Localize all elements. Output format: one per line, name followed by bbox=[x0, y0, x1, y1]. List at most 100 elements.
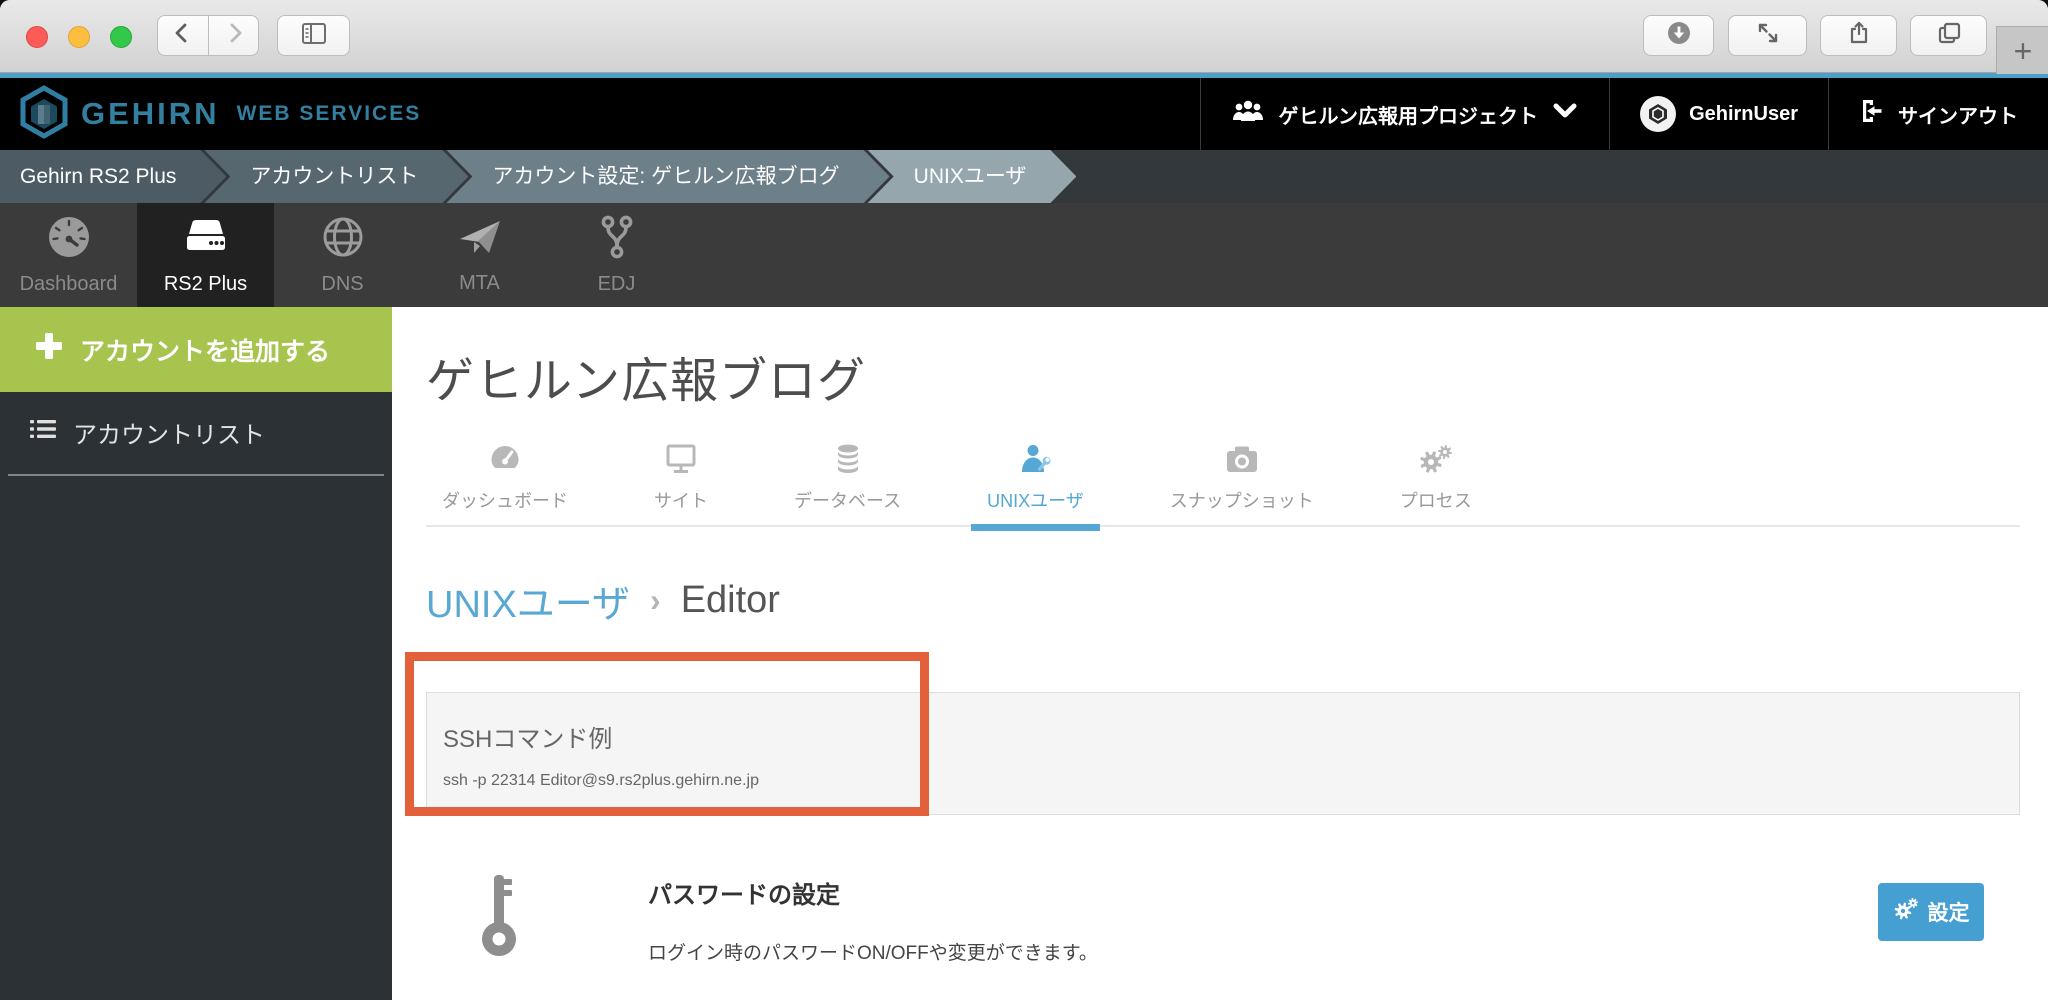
nav-label: MTA bbox=[459, 272, 500, 294]
sidebar-toggle-button[interactable] bbox=[277, 15, 350, 56]
gauge-icon bbox=[487, 443, 523, 480]
fullscreen-button[interactable] bbox=[1728, 15, 1807, 56]
tab-overview-button[interactable] bbox=[1910, 15, 1987, 56]
add-account-button[interactable]: アカウントを追加する bbox=[0, 307, 392, 392]
sidebar-panel-icon bbox=[300, 21, 328, 51]
user-wrench-icon bbox=[1018, 443, 1052, 480]
breadcrumb-item-rs2plus[interactable]: Gehirn RS2 Plus bbox=[0, 150, 226, 203]
chevron-right-icon bbox=[221, 20, 247, 51]
breadcrumb-item-account-settings[interactable]: アカウント設定: ゲヒルン広報ブログ bbox=[446, 150, 889, 203]
chevron-down-icon bbox=[1551, 101, 1579, 127]
chevron-left-icon bbox=[170, 20, 196, 51]
settings-button-label: 設定 bbox=[1927, 902, 1970, 925]
account-list-label: アカウントリスト bbox=[73, 421, 265, 449]
downloads-button[interactable] bbox=[1643, 15, 1714, 56]
project-selector[interactable]: ゲヒルン広報用プロジェクト bbox=[1200, 78, 1609, 150]
brand-name: GEHIRN bbox=[81, 96, 220, 131]
plus-icon bbox=[34, 331, 64, 368]
tab-snapshot[interactable]: スナップショット bbox=[1154, 435, 1330, 525]
ssh-command-text: ssh -p 22314 Editor@s9.rs2plus.gehirn.ne… bbox=[443, 772, 759, 789]
tab-label: データベース bbox=[794, 491, 902, 511]
tab-unix-user[interactable]: UNIXユーザ bbox=[971, 435, 1100, 531]
monitor-icon bbox=[664, 443, 698, 480]
brand-logo[interactable]: GEHIRN WEB SERVICES bbox=[20, 78, 421, 150]
list-icon bbox=[28, 417, 58, 448]
nav-item-dashboard[interactable]: Dashboard bbox=[0, 203, 137, 307]
nav-label: EDJ bbox=[597, 273, 636, 295]
heading-item-name: Editor bbox=[680, 579, 780, 621]
back-button[interactable] bbox=[157, 15, 208, 56]
sidebar-item-account-list[interactable]: アカウントリスト bbox=[0, 406, 392, 458]
breadcrumb-item-unix-user[interactable]: UNIXユーザ bbox=[868, 150, 1077, 203]
nav-label: Dashboard bbox=[19, 273, 118, 295]
ssh-command-panel: SSHコマンド例 ssh -p 22314 Editor@s9.rs2plus.… bbox=[426, 692, 2020, 815]
fullscreen-icon bbox=[1755, 20, 1781, 51]
signout-label: サインアウト bbox=[1898, 105, 2018, 128]
plus-icon: + bbox=[2013, 32, 2033, 69]
heading-section-link[interactable]: UNIXユーザ bbox=[426, 573, 630, 628]
new-tab-button[interactable]: + bbox=[1996, 26, 2048, 74]
share-button[interactable] bbox=[1820, 15, 1897, 56]
tab-label: スナップショット bbox=[1169, 491, 1314, 511]
gauge-icon bbox=[46, 214, 92, 266]
download-icon bbox=[1666, 20, 1692, 51]
site-header: GEHIRN WEB SERVICES ゲヒルン広報用プロジェクト Gehirn… bbox=[0, 78, 2048, 150]
gears-icon bbox=[1418, 443, 1454, 480]
password-setting-row: パスワードの設定 ログイン時のパスワードON/OFFや変更ができます。 設定 bbox=[426, 871, 2020, 965]
sidebar-divider bbox=[8, 474, 384, 476]
window-chrome: + bbox=[0, 0, 2048, 74]
ssh-panel-title: SSHコマンド例 bbox=[443, 726, 613, 753]
account-title: ゲヒルン広報ブログ bbox=[426, 355, 867, 408]
paper-plane-icon bbox=[456, 215, 504, 265]
avatar bbox=[1640, 96, 1677, 132]
add-account-label: アカウントを追加する bbox=[80, 337, 331, 366]
forward-button[interactable] bbox=[208, 15, 259, 56]
key-icon bbox=[470, 871, 528, 964]
password-setting-title: パスワードの設定 bbox=[648, 882, 840, 909]
camera-icon bbox=[1224, 443, 1260, 480]
database-icon bbox=[832, 443, 864, 480]
breadcrumb: Gehirn RS2 Plus アカウントリスト アカウント設定: ゲヒルン広報… bbox=[0, 150, 2048, 203]
breadcrumb-item-account-list[interactable]: アカウントリスト bbox=[204, 150, 468, 203]
tab-dashboard[interactable]: ダッシュボード bbox=[426, 435, 584, 525]
account-tabs: ダッシュボード サイト データベース UNIXユーザ スナップショット プロセス bbox=[426, 435, 2020, 531]
nav-item-mta[interactable]: MTA bbox=[411, 203, 548, 307]
nav-item-dns[interactable]: DNS bbox=[274, 203, 411, 307]
share-icon bbox=[1846, 20, 1872, 51]
signout-door-icon bbox=[1859, 98, 1885, 130]
close-window-button[interactable] bbox=[26, 26, 48, 48]
section-heading: UNIXユーザ › Editor bbox=[426, 573, 2020, 628]
password-setting-text: パスワードの設定 ログイン時のパスワードON/OFFや変更ができます。 bbox=[648, 871, 1098, 965]
git-fork-icon bbox=[595, 214, 639, 266]
globe-icon bbox=[320, 214, 366, 266]
nav-label: RS2 Plus bbox=[163, 273, 248, 295]
minimize-window-button[interactable] bbox=[68, 26, 90, 48]
browser-window: + GEHIRN WEB SERVICES ゲヒルン広報用プロジェクト Gehi… bbox=[0, 0, 2048, 1000]
nav-item-rs2plus[interactable]: RS2 Plus bbox=[137, 203, 274, 307]
tab-label: UNIXユーザ bbox=[987, 491, 1084, 511]
tab-database[interactable]: データベース bbox=[778, 435, 917, 525]
app-nav: Dashboard RS2 Plus DNS MTA EDJ bbox=[0, 203, 2048, 307]
sidebar: アカウントを追加する アカウントリスト bbox=[0, 307, 392, 1000]
password-setting-description: ログイン時のパスワードON/OFFや変更ができます。 bbox=[648, 943, 1098, 964]
people-icon bbox=[1231, 98, 1265, 130]
gear-icon bbox=[1893, 897, 1919, 927]
user-menu[interactable]: GehirnUser bbox=[1609, 78, 1828, 150]
server-icon bbox=[181, 214, 231, 266]
nav-label: DNS bbox=[321, 273, 364, 295]
tab-label: サイト bbox=[654, 491, 708, 511]
chevron-right-icon: › bbox=[650, 582, 661, 618]
main-content: ゲヒルン広報ブログ ダッシュボード サイト データベース UNIXユーザ スナッ… bbox=[392, 307, 2048, 1000]
tab-site[interactable]: サイト bbox=[638, 435, 724, 525]
project-name: ゲヒルン広報用プロジェクト bbox=[1278, 105, 1539, 128]
password-settings-button[interactable]: 設定 bbox=[1878, 883, 1984, 941]
user-name: GehirnUser bbox=[1689, 102, 1798, 125]
gehirn-hexagon-logo-icon bbox=[20, 84, 68, 144]
signout-button[interactable]: サインアウト bbox=[1828, 78, 2048, 150]
tabs-icon bbox=[1936, 20, 1962, 51]
tab-label: プロセス bbox=[1399, 491, 1472, 511]
tab-process[interactable]: プロセス bbox=[1384, 435, 1488, 525]
tab-label: ダッシュボード bbox=[442, 491, 568, 511]
zoom-window-button[interactable] bbox=[110, 26, 132, 48]
nav-item-edj[interactable]: EDJ bbox=[548, 203, 685, 307]
